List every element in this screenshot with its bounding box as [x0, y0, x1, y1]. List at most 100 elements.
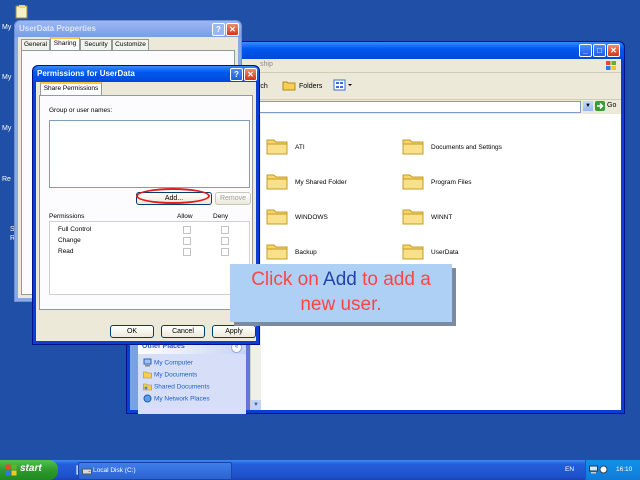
- views-button[interactable]: [333, 79, 353, 91]
- folder-name: Backup: [295, 249, 317, 256]
- apply-button[interactable]: Apply: [212, 325, 256, 338]
- remove-button[interactable]: Remove: [215, 192, 251, 205]
- share-permissions-panel: Group or user names: Add... Remove Permi…: [39, 95, 253, 310]
- start-label: start: [20, 463, 42, 474]
- callout-highlight: Add: [323, 269, 357, 290]
- folder-icon: [402, 209, 424, 225]
- address-dropdown-button[interactable]: ▼: [583, 101, 593, 111]
- other-places-panel: Other Places « My Computer My Documents …: [138, 340, 246, 428]
- desktop-icon-label[interactable]: My: [2, 125, 11, 132]
- volume-tray-icon[interactable]: [599, 465, 608, 474]
- permissions-title-bar[interactable]: Permissions for UserData ? ✕: [33, 66, 259, 82]
- deny-change-checkbox[interactable]: [221, 237, 229, 245]
- place-link-my-network-places[interactable]: My Network Places: [143, 394, 210, 403]
- folder-item[interactable]: WINNT: [402, 207, 542, 229]
- permission-name: Read: [58, 248, 74, 255]
- clock[interactable]: 16:10: [616, 466, 632, 473]
- tab-sharing[interactable]: Sharing: [50, 37, 80, 51]
- folder-item[interactable]: ATI: [266, 137, 376, 159]
- folder-name: WINDOWS: [295, 214, 328, 221]
- permissions-dialog: Permissions for UserData ? ✕ Share Permi…: [32, 65, 260, 345]
- maximize-button[interactable]: □: [593, 44, 606, 57]
- folder-icon: [266, 139, 288, 155]
- folder-item[interactable]: WINDOWS: [266, 207, 376, 229]
- shared-folder-icon: [266, 174, 288, 190]
- permissions-body: Share Permissions Group or user names: A…: [36, 82, 256, 341]
- user-list[interactable]: [49, 120, 250, 188]
- start-button[interactable]: start: [0, 460, 58, 480]
- scroll-down-arrow-icon[interactable]: ▼: [251, 400, 261, 410]
- deny-full-control-checkbox[interactable]: [221, 226, 229, 234]
- go-label: Go: [607, 102, 617, 109]
- deny-read-checkbox[interactable]: [221, 248, 229, 256]
- place-link-label: My Documents: [153, 371, 198, 379]
- allow-read-checkbox[interactable]: [183, 248, 191, 256]
- documents-folder-icon: [143, 371, 152, 379]
- address-input[interactable]: [256, 101, 581, 113]
- callout-line-2: new user.: [300, 294, 382, 315]
- taskbar-task-local-disk[interactable]: Local Disk (C:): [78, 462, 232, 480]
- shared-folder-icon: [143, 383, 152, 391]
- group-label: Group or user names:: [49, 107, 113, 114]
- close-button[interactable]: ✕: [607, 44, 620, 57]
- folder-icon: [266, 209, 288, 225]
- tab-customize[interactable]: Customize: [112, 39, 149, 50]
- properties-title-bar[interactable]: UserData Properties ? ✕: [15, 21, 241, 37]
- folder-item[interactable]: My Shared Folder: [266, 172, 376, 194]
- place-link-label: My Computer: [153, 359, 193, 367]
- folder-name: UserData: [431, 249, 459, 256]
- go-button[interactable]: Go: [595, 101, 617, 112]
- computer-icon: [143, 358, 152, 367]
- folder-name: Documents and Settings: [431, 144, 502, 151]
- place-link-my-documents[interactable]: My Documents: [143, 370, 197, 379]
- tab-general[interactable]: General: [21, 39, 50, 50]
- folders-button-label[interactable]: Folders: [299, 83, 322, 90]
- taskbar: start Local Disk (C:) EN 16:10: [0, 460, 640, 480]
- folder-item[interactable]: Program Files: [402, 172, 542, 194]
- place-link-label: My Network Places: [153, 395, 210, 403]
- folder-name: ATI: [295, 144, 305, 151]
- permission-name: Change: [58, 237, 81, 244]
- folder-item[interactable]: Documents and Settings: [402, 137, 542, 159]
- folder-item[interactable]: Backup: [266, 242, 376, 264]
- close-button[interactable]: ✕: [226, 23, 239, 36]
- folder-name: My Shared Folder: [295, 179, 347, 186]
- place-link-label: Shared Documents: [153, 383, 210, 391]
- permissions-title: Permissions for UserData: [37, 69, 135, 78]
- allow-header: Allow: [177, 213, 193, 220]
- allow-change-checkbox[interactable]: [183, 237, 191, 245]
- permissions-list: Full Control Change Read: [49, 221, 250, 295]
- tutorial-callout: Click on Add to add a new user.: [230, 264, 452, 322]
- properties-title: UserData Properties: [19, 24, 96, 33]
- go-arrow-icon: [595, 101, 605, 111]
- ok-button[interactable]: OK: [110, 325, 154, 338]
- folder-item-selected[interactable]: UserData: [402, 242, 542, 264]
- network-tray-icon[interactable]: [589, 465, 598, 474]
- other-places-list: My Computer My Documents Shared Document…: [138, 354, 246, 414]
- drive-icon: [82, 468, 92, 475]
- documents-icon: [15, 5, 28, 19]
- desktop-icon-label[interactable]: My: [2, 74, 11, 81]
- help-button[interactable]: ?: [212, 23, 225, 36]
- place-link-my-computer[interactable]: My Computer: [143, 358, 193, 367]
- language-indicator[interactable]: EN: [565, 466, 574, 473]
- close-button[interactable]: ✕: [244, 68, 257, 81]
- folder-icon: [266, 244, 288, 260]
- folder-icon: [402, 139, 424, 155]
- task-label: Local Disk (C:): [93, 467, 136, 474]
- desktop-icon-label[interactable]: Re: [2, 176, 11, 183]
- deny-header: Deny: [213, 213, 229, 220]
- callout-text: Click on: [251, 269, 324, 290]
- cancel-button[interactable]: Cancel: [161, 325, 205, 338]
- place-link-shared-documents[interactable]: Shared Documents: [143, 382, 210, 391]
- windows-logo-icon: [606, 61, 616, 70]
- system-tray: 16:10: [585, 460, 640, 480]
- tab-share-permissions[interactable]: Share Permissions: [40, 82, 102, 96]
- tab-security[interactable]: Security: [80, 39, 112, 50]
- help-button[interactable]: ?: [230, 68, 243, 81]
- minimize-button[interactable]: _: [579, 44, 592, 57]
- callout-text: to add a: [356, 269, 431, 290]
- partial-address-text: ship: [260, 61, 273, 68]
- desktop-icon-label: My: [2, 24, 12, 31]
- allow-full-control-checkbox[interactable]: [183, 226, 191, 234]
